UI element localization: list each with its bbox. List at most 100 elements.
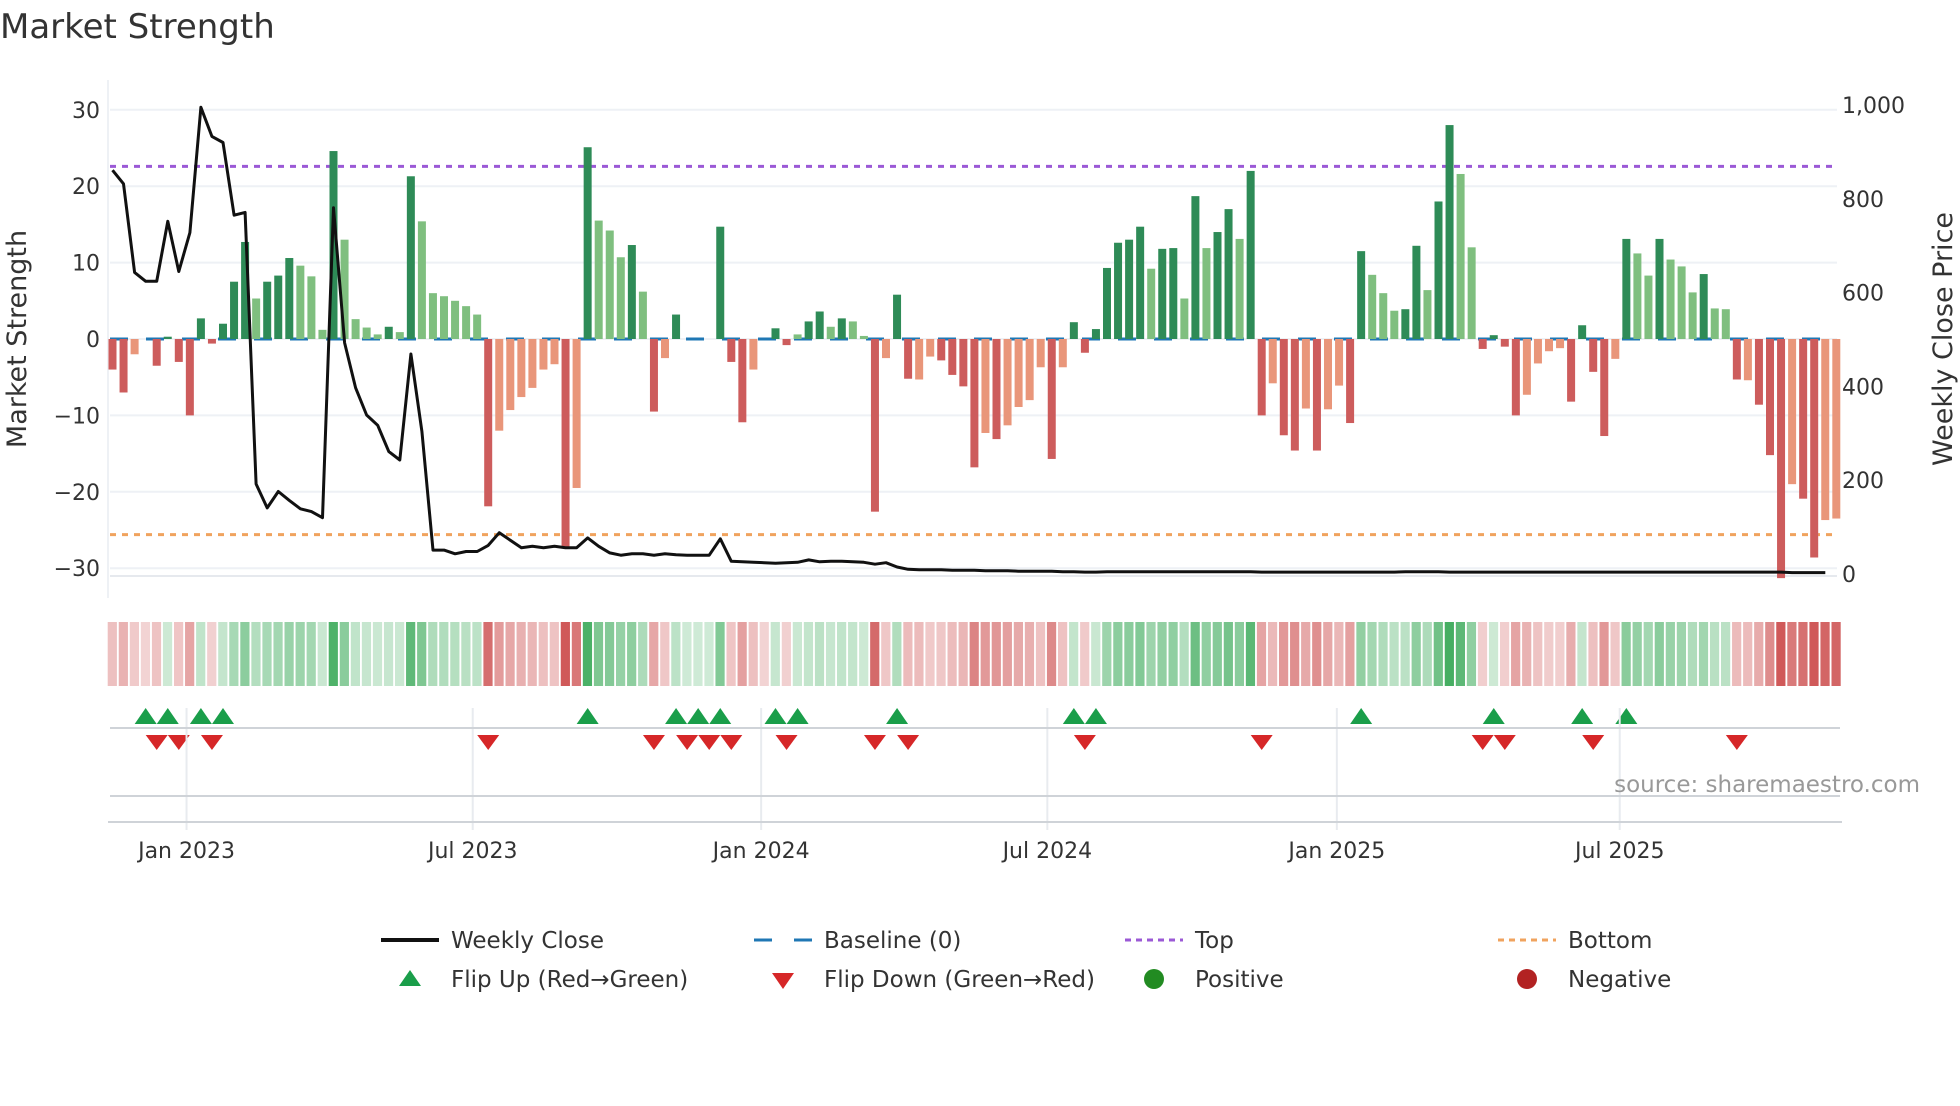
flip-up-icon [764, 708, 787, 724]
strip-cell [1301, 622, 1311, 686]
positive-bar [1246, 170, 1255, 339]
strip-cell [1024, 622, 1035, 686]
strip-cell [284, 622, 294, 686]
strip-cell [1721, 622, 1731, 686]
strip-cell [1488, 622, 1499, 686]
negative-bar [1500, 339, 1509, 347]
positive-bar [1489, 335, 1498, 339]
regime-heat-strip [107, 622, 1841, 686]
positive-bar [451, 300, 460, 339]
positive-bar [793, 334, 802, 339]
flip-up-icon [1350, 708, 1373, 724]
flip-up-icon [709, 708, 732, 724]
strip-cell [1400, 622, 1410, 686]
strip-cell [1334, 622, 1344, 686]
strip-cell [991, 622, 1001, 686]
y-tick-label: −30 [54, 557, 100, 582]
strip-cell [306, 622, 316, 686]
negative-bar [948, 339, 957, 375]
strip-cell [649, 622, 659, 686]
strip-cell [1267, 622, 1278, 686]
strip-cell [1201, 622, 1211, 686]
positive-bar [428, 293, 437, 339]
positive-dot-icon [1144, 969, 1164, 989]
flip-down-icon [145, 735, 168, 750]
flip-up-icon [1062, 708, 1085, 724]
positive-bar [1401, 309, 1410, 339]
strip-cell [1665, 622, 1675, 686]
positive-bar [893, 294, 902, 339]
flip-up-icon [134, 708, 157, 724]
strip-cell [560, 622, 570, 686]
legend-item-positive: Positive [1144, 967, 1284, 993]
strip-cell [627, 622, 637, 686]
legend-item-flip_up: Flip Up (Red→Green) [399, 967, 688, 993]
negative-bar [484, 339, 493, 507]
flip-down-icon [1073, 735, 1096, 750]
negative-bar [882, 339, 890, 359]
negative-bar [1799, 339, 1808, 499]
negative-bar [1832, 339, 1841, 519]
positive-bar [848, 321, 857, 339]
negative-bar [1312, 339, 1321, 451]
positive-bar [1103, 267, 1111, 339]
strip-cell [1212, 622, 1222, 686]
positive-bar [252, 298, 261, 339]
positive-bar [1423, 290, 1432, 339]
strip-cell [1223, 622, 1233, 686]
strip-cell [1533, 622, 1543, 686]
strip-cell [1776, 622, 1786, 686]
strip-cell [726, 622, 736, 686]
strip-cell [350, 622, 360, 686]
strip-cell [428, 622, 438, 686]
strip-cell [494, 622, 504, 686]
legend-label: Positive [1195, 967, 1284, 993]
positive-bar [627, 245, 636, 339]
positive-bar [263, 281, 272, 339]
strip-cell [1466, 622, 1477, 686]
x-tick-label: Jul 2023 [426, 839, 518, 864]
negative-bar [870, 339, 879, 512]
legend-item-close: Weekly Close [381, 928, 604, 954]
positive-bar [1158, 248, 1167, 339]
positive-bar [1368, 274, 1377, 339]
flip-up-icon [665, 708, 688, 724]
strip-cell [505, 622, 515, 686]
y2-tick-label: 200 [1842, 469, 1884, 494]
negative-bar [1766, 339, 1774, 456]
strip-cell [1544, 622, 1554, 686]
positive-bar [1578, 325, 1587, 339]
negative-bar [738, 339, 747, 423]
strip-cell [1477, 622, 1488, 686]
strip-cell [1787, 622, 1797, 686]
strip-cell [1356, 622, 1366, 686]
flip-down-icon [1250, 735, 1273, 750]
strip-cell [682, 622, 692, 686]
flip-up-icon [576, 708, 599, 724]
positive-bar [296, 265, 305, 339]
strip-cell [1422, 622, 1432, 686]
strip-cell [1809, 622, 1819, 686]
positive-bar [1633, 253, 1642, 339]
strip-cell [1588, 622, 1598, 686]
strip-cell [792, 622, 802, 686]
negative-bar [1047, 339, 1056, 459]
strip-cell [1621, 622, 1631, 686]
negative-bar [1611, 339, 1620, 359]
strip-cell [461, 622, 471, 686]
positive-bar [771, 328, 780, 339]
negative-bar [992, 339, 1001, 440]
source-label: source: sharemaestro.com [1614, 772, 1920, 798]
negative-bar [1080, 339, 1089, 353]
strip-cell [693, 622, 703, 686]
positive-bar [716, 226, 725, 339]
strip-cell [527, 622, 537, 686]
negative-bar [561, 339, 570, 547]
strip-cell [1798, 622, 1808, 686]
x-tick-label: Jan 2024 [711, 839, 810, 864]
strip-cell [383, 622, 394, 686]
positive-bar [1379, 293, 1388, 339]
negative-bar [727, 339, 736, 362]
strip-cell [1820, 622, 1830, 686]
negative-bar [108, 339, 117, 370]
